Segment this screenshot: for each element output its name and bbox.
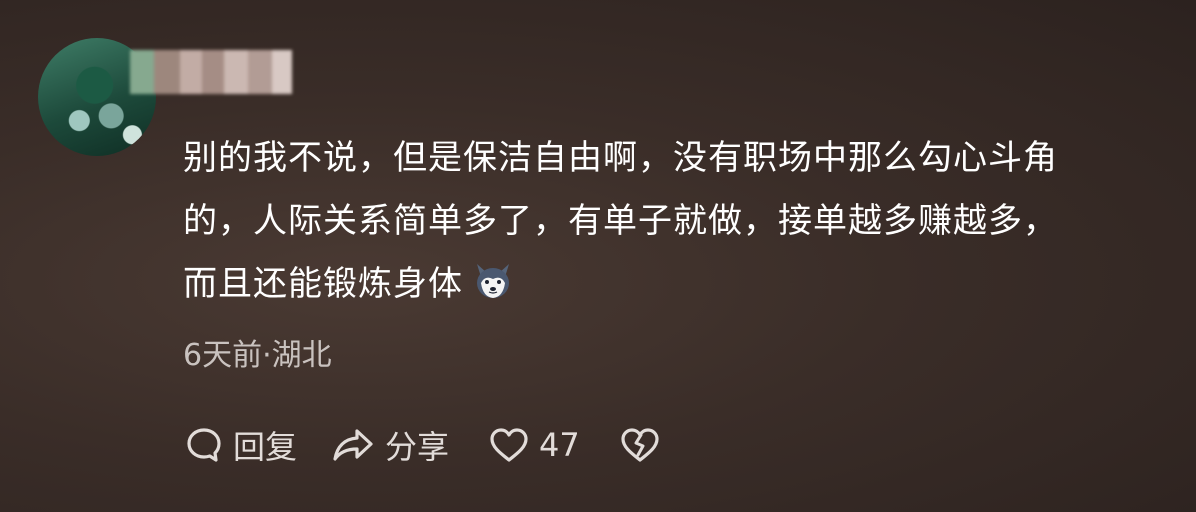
broken-heart-icon bbox=[621, 428, 659, 462]
like-count: 47 bbox=[539, 426, 580, 464]
action-bar: 回复 分享 47 bbox=[185, 420, 660, 470]
comment-meta: 6天前·湖北 bbox=[183, 338, 332, 373]
dislike-button[interactable] bbox=[620, 427, 660, 463]
comment-line: 而且还能锻炼身体 bbox=[183, 253, 1173, 316]
reply-label: 回复 bbox=[233, 428, 298, 466]
username-blurred[interactable] bbox=[130, 50, 292, 94]
share-arrow-icon bbox=[333, 429, 373, 461]
like-button[interactable]: 47 bbox=[489, 426, 580, 464]
husky-emoji-icon bbox=[477, 264, 509, 298]
share-label: 分享 bbox=[385, 428, 450, 466]
comment-text: 别的我不说，但是保洁自由啊，没有职场中那么勾心斗角 的，人际关系简单多了，有单子… bbox=[183, 127, 1173, 316]
comment-line-text: 而且还能锻炼身体 bbox=[183, 264, 463, 304]
share-button[interactable]: 分享 bbox=[331, 422, 449, 468]
heart-icon bbox=[490, 428, 528, 462]
comment-card: 别的我不说，但是保洁自由啊，没有职场中那么勾心斗角 的，人际关系简单多了，有单子… bbox=[0, 0, 1196, 512]
comment-line: 别的我不说，但是保洁自由啊，没有职场中那么勾心斗角 bbox=[183, 138, 1058, 178]
comment-line: 的，人际关系简单多了，有单子就做，接单越多赚越多， bbox=[183, 201, 1058, 241]
comment-bubble-icon bbox=[187, 428, 221, 462]
reply-button[interactable]: 回复 bbox=[185, 422, 297, 468]
